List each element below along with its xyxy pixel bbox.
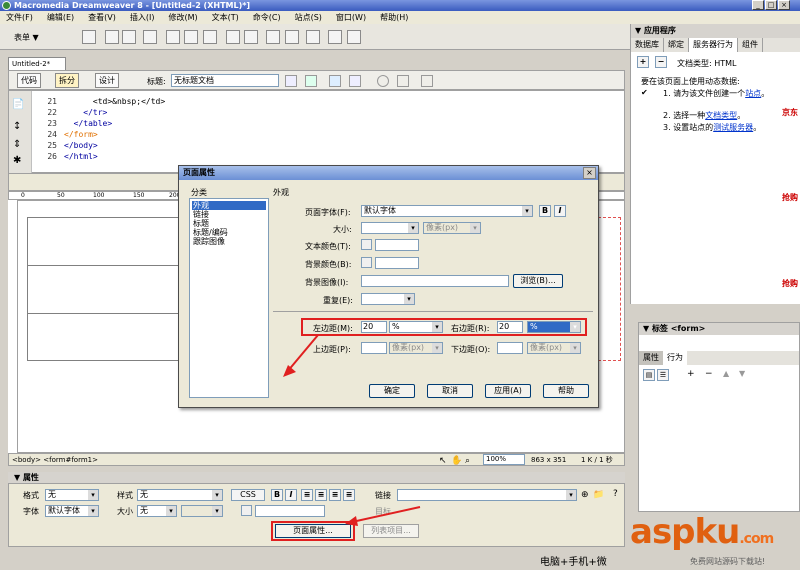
annotation-arrowhead (283, 365, 296, 377)
annotation-arrowhead (345, 516, 358, 526)
annotation-arrow-line (286, 334, 319, 373)
watermark-tagline: 免费网站源码下载站! (690, 557, 766, 566)
annotation-arrow-line (351, 506, 421, 523)
aspku-watermark-logo: aspku.com (630, 512, 774, 552)
annotation-arrows (283, 334, 421, 526)
background-page-text: 电脑+手机+微 (540, 557, 607, 568)
